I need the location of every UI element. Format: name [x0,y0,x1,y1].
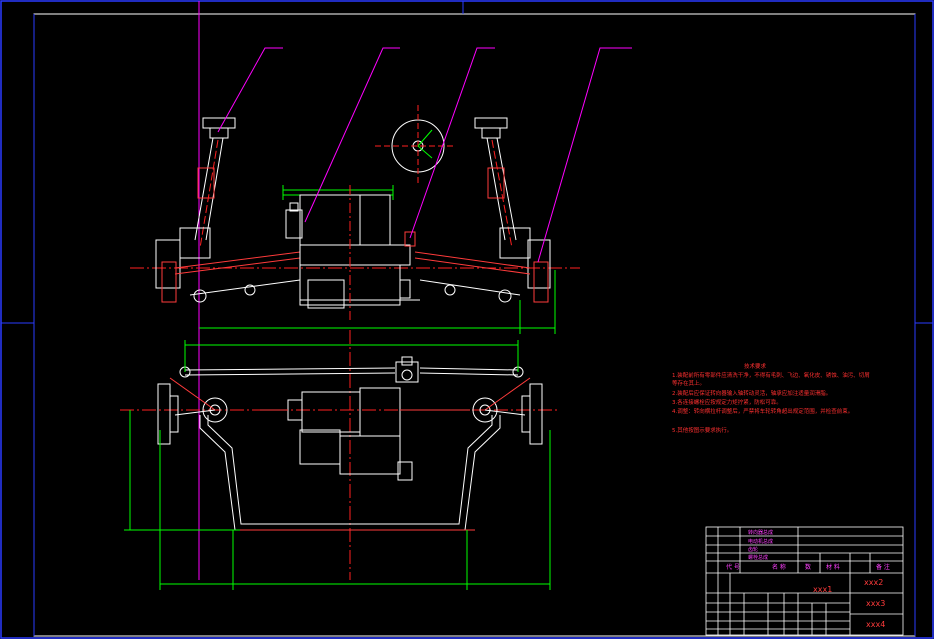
parts-list-row: 转向器总成 [748,529,773,536]
tech-note-line: 1.装配前所有零部件应清洗干净，不得有毛刺、飞边、氧化皮、锈蚀、油污、切屑 [672,371,870,379]
tech-note-line: 等存在其上。 [672,379,705,387]
tech-note-line: 2.装配后应保证转向器输入轴转动灵活，轴承应加注适量润滑脂。 [672,389,831,397]
technical-requirements: 技术要求 1.装配前所有零部件应清洗干净，不得有毛刺、飞边、氧化皮、锈蚀、油污、… [672,362,870,434]
tech-note-line: 4.调整：转向横拉杆调整后，严禁将车轮转角超出规定范围，并检查前束。 [672,407,853,415]
right-strut [474,117,551,303]
tech-notes-heading: 技术要求 [744,362,767,370]
plan-dimensions [124,340,551,590]
header-remarks: 备 注 [876,563,890,571]
part-number-1: xxx1 [813,585,832,594]
parts-list-row: 电动机总成 [748,538,773,545]
plan-motor [260,387,470,481]
tech-note-line: 5.其他按图示要求执行。 [672,426,732,434]
front-view [130,47,632,334]
plan-view [120,330,560,590]
header-name: 名 称 [772,563,786,571]
header-qty: 数 [805,563,811,571]
left-strut [155,117,236,303]
header-code: 代 号 [726,563,740,571]
front-view-dimensions [199,185,556,334]
part-number-3: xxx3 [866,599,885,608]
parts-list-row: 螺栓总成 [748,554,768,561]
plan-tie-rod [179,356,524,383]
tie-rods [174,251,531,303]
part-number-2: xxx2 [864,578,883,587]
header-material: 材 料 [826,563,840,571]
part-number-4: xxx4 [866,620,885,629]
drawing-canvas: 技术要求 1.装配前所有零部件应清洗干净，不得有毛刺、飞边、氧化皮、锈蚀、油污、… [0,0,934,639]
parts-list-header: 代 号 名 称 数 材 料 备 注 [726,563,890,571]
leader-lines [217,47,632,263]
parts-list-row: 齿轮 [748,546,758,553]
tech-note-line: 3.各连接螺栓应按规定力矩拧紧，防松可靠。 [672,398,782,406]
